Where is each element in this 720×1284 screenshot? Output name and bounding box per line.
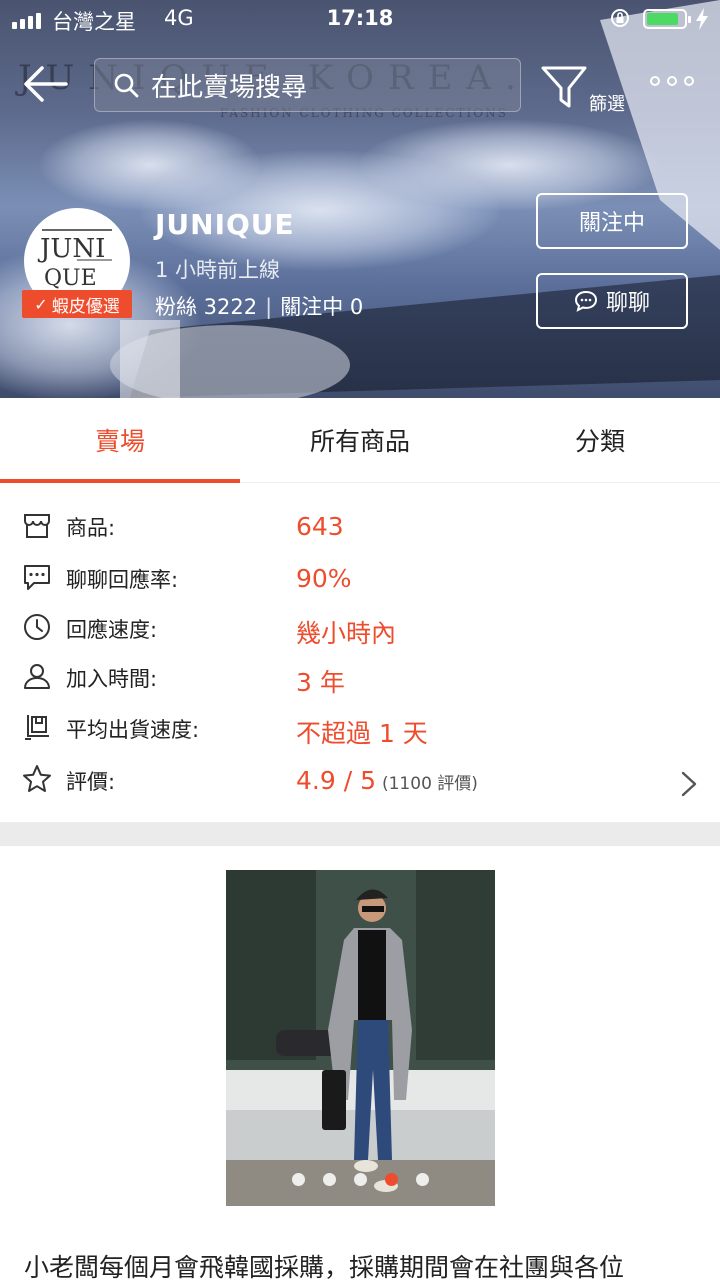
info-value: 幾小時內 [296, 619, 397, 648]
chat-bubble-icon [24, 565, 50, 590]
last-online: 1 小時前上線 [155, 258, 281, 282]
info-value: 90% [296, 564, 352, 593]
carousel-dot[interactable] [292, 1173, 305, 1186]
rotation-lock-icon [611, 9, 629, 27]
carousel-dot[interactable] [323, 1173, 336, 1186]
shop-description: 小老闆每個月會飛韓國採購，採購期間會在社團與各位 [24, 1253, 625, 1282]
filter-button[interactable]: 篩選 [540, 64, 630, 115]
search-icon [114, 73, 139, 98]
info-label: 商品: [66, 516, 116, 540]
clock-icon [24, 614, 50, 640]
tab-categories[interactable]: 分類 [480, 398, 720, 482]
rating-score: 4.9 / 5 [296, 766, 376, 795]
info-row-joined: 加入時間: 3 年 [0, 653, 720, 703]
chat-button[interactable]: 聊聊 [536, 273, 688, 329]
tab-shop-label: 賣場 [94, 427, 145, 456]
following-count[interactable]: 關注中 0 [280, 295, 363, 319]
info-row-chat-rate: 聊聊回應率: 90% [0, 554, 720, 604]
status-bar: 台灣之星 4G 17:18 [0, 0, 720, 40]
filter-funnel-icon [541, 66, 587, 108]
shop-logo: JUNI QUE [38, 222, 116, 300]
info-label: 評價: [66, 770, 116, 794]
carousel-dot[interactable] [354, 1173, 367, 1186]
user-icon [24, 664, 50, 689]
tab-categories-label: 分類 [574, 427, 625, 456]
back-arrow-icon[interactable] [22, 64, 70, 104]
shipping-box-icon [25, 715, 49, 740]
info-row-products: 商品: 643 [0, 502, 720, 552]
chevron-right-icon[interactable] [680, 770, 698, 798]
model-photo [226, 870, 495, 1206]
charging-icon [696, 8, 708, 30]
store-icon [24, 514, 50, 538]
more-options-icon[interactable] [650, 76, 698, 96]
follow-button[interactable]: 關注中 [536, 193, 688, 249]
tab-all-products[interactable]: 所有商品 [240, 398, 480, 482]
chat-bubble-icon [574, 290, 597, 312]
search-placeholder: 在此賣場搜尋 [151, 72, 308, 103]
star-icon [23, 765, 51, 792]
follow-button-label: 關注中 [578, 211, 645, 236]
tab-shop[interactable]: 賣場 [0, 398, 240, 483]
badge-label: 蝦皮優選 [51, 296, 120, 317]
info-row-response-speed: 回應速度: 幾小時內 [0, 604, 720, 654]
info-label: 回應速度: [66, 618, 158, 642]
shop-banner-carousel[interactable] [226, 870, 495, 1206]
preferred-seller-badge: ✓ 蝦皮優選 [22, 290, 132, 318]
section-divider [0, 822, 720, 846]
info-value: 643 [296, 512, 344, 541]
info-value: 3 年 [296, 668, 345, 697]
info-label: 平均出貨速度: [66, 718, 200, 742]
tab-all-products-label: 所有商品 [309, 427, 410, 456]
carousel-indicator [226, 1173, 495, 1186]
shop-search-input[interactable]: 在此賣場搜尋 [94, 58, 521, 112]
carousel-dot[interactable] [385, 1173, 398, 1186]
follow-stats: 粉絲 3222 | 關注中 0 [155, 295, 364, 319]
info-value: 不超過 1 天 [296, 719, 428, 748]
logo-text-bottom: QUE [44, 266, 97, 291]
carousel-dot[interactable] [416, 1173, 429, 1186]
rating-count: (1100 評價) [381, 774, 478, 794]
info-label: 聊聊回應率: [66, 568, 179, 592]
shop-tabs: 賣場 所有商品 分類 [0, 398, 720, 483]
battery-icon [643, 9, 691, 29]
rating-value: 4.9 / 5 (1100 評價) [296, 766, 478, 795]
chat-button-label: 聊聊 [605, 291, 650, 316]
info-label: 加入時間: [66, 667, 158, 691]
followers-count[interactable]: 粉絲 3222 [155, 295, 257, 319]
logo-text-top: JUNI [40, 234, 106, 264]
check-icon: ✓ [34, 294, 48, 314]
info-row-shipping-speed: 平均出貨速度: 不超過 1 天 [0, 704, 720, 754]
info-row-rating[interactable]: 評價: 4.9 / 5 (1100 評價) [0, 756, 720, 806]
filter-label: 篩選 [589, 94, 625, 115]
shop-name: JUNIQUE [155, 208, 295, 241]
